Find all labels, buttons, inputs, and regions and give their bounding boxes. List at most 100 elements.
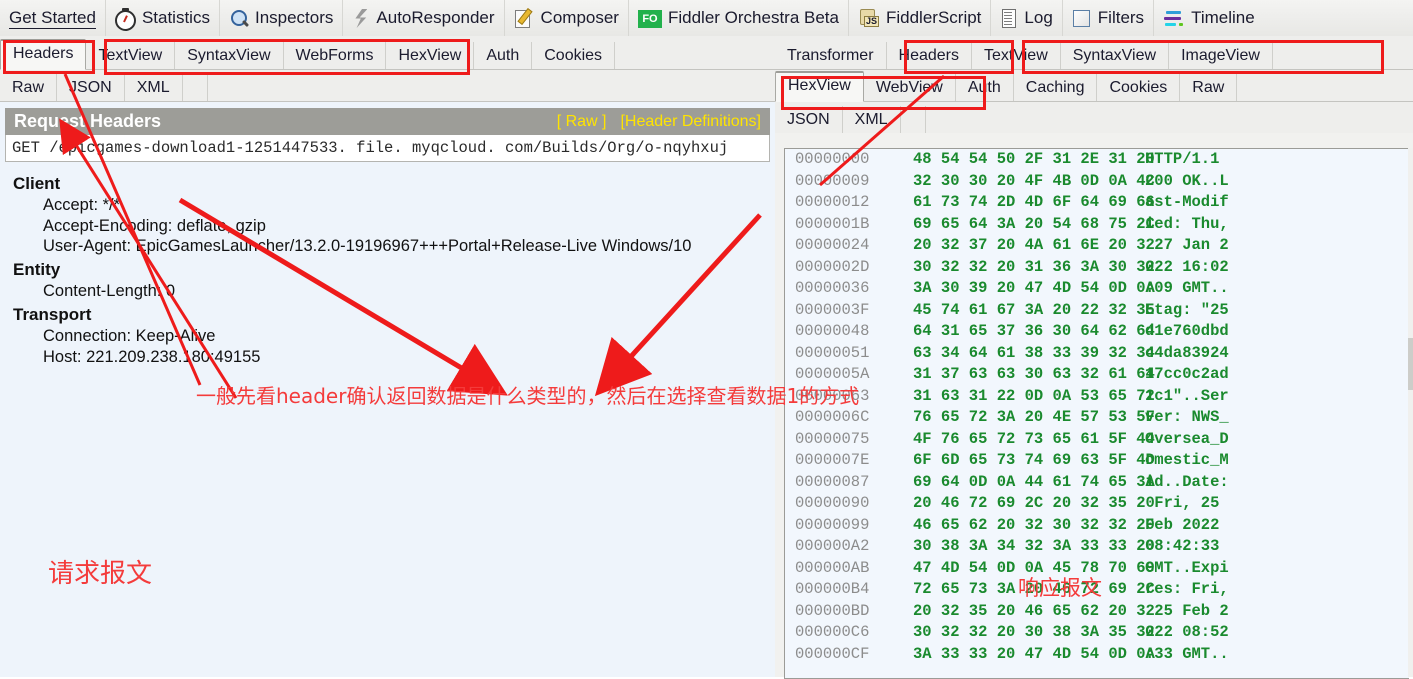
hex-ascii: 25 Feb 2 — [1145, 601, 1229, 620]
composer-icon — [514, 9, 535, 29]
request-headers-list: Client Accept: */* Accept-Encoding: defl… — [5, 162, 770, 367]
toolbar-tab-label: AutoResponder — [376, 8, 495, 27]
hex-offset: 0000003F — [795, 300, 870, 319]
hex-bytes: 61 73 74 2D 4D 6F 64 69 66 — [913, 193, 1155, 211]
toolbar-tab-statistics[interactable]: Statistics — [106, 0, 220, 36]
response-tab-cookies[interactable]: Cookies — [1097, 74, 1181, 101]
toolbar-tab-get-started[interactable]: Get Started — [0, 0, 106, 36]
toolbar-tab-log[interactable]: Log — [991, 0, 1063, 36]
hex-row[interactable]: 00000036 3A 30 39 20 47 4D 54 0D 0A:09 GM… — [785, 278, 1409, 300]
hex-row[interactable]: 00000000 48 54 54 50 2F 31 2E 31 20 HTTP/1… — [785, 149, 1409, 171]
hex-row[interactable]: 0000003F 45 74 61 67 3A 20 22 32 35 Etag: … — [785, 300, 1409, 322]
hex-row[interactable]: 00000024 20 32 37 20 4A 61 6E 20 32 27 Ja… — [785, 235, 1409, 257]
hex-row[interactable]: 000000C6 30 32 32 20 30 38 3A 35 32 022 08… — [785, 622, 1409, 644]
tab-label: SyntaxView — [187, 47, 271, 64]
hex-offset: 00000048 — [795, 322, 870, 340]
request-tab-hexview[interactable]: HexView — [386, 42, 475, 69]
hex-row[interactable]: 0000001B 69 65 64 3A 20 54 68 75 2C ied: T… — [785, 214, 1409, 236]
hex-row[interactable]: 00000090 20 46 72 69 2C 20 32 35 20 Fri, … — [785, 493, 1409, 515]
toolbar-tab-fiddlerscript[interactable]: FiddlerScript — [849, 0, 992, 36]
response-tab-xml[interactable]: XML — [843, 106, 901, 133]
response-tab-syntaxview[interactable]: SyntaxView — [1061, 42, 1170, 69]
hex-row[interactable]: 00000051 63 34 64 61 38 33 39 32 34 c4da83… — [785, 343, 1409, 365]
toolbar-tab-timeline[interactable]: Timeline — [1154, 0, 1264, 36]
header-item[interactable]: Accept-Encoding: deflate, gzip — [43, 217, 770, 236]
request-line-field[interactable]: GET /epicgames-download1-1251447533. fil… — [5, 135, 770, 162]
hex-row[interactable]: 000000A2 30 38 3A 34 32 3A 33 33 20 08:42:… — [785, 536, 1409, 558]
response-tab-webview[interactable]: WebView — [864, 74, 956, 101]
response-tab-hexview[interactable]: HexView — [775, 71, 864, 102]
toolbar-tab-composer[interactable]: Composer — [505, 0, 629, 36]
hex-row[interactable]: 00000075 4F 76 65 72 73 65 61 5F 44 Overse… — [785, 429, 1409, 451]
tab-label: ImageView — [1181, 47, 1260, 64]
request-line-text: GET /epicgames-download1-1251447533. fil… — [12, 139, 729, 157]
toolbar-tab-inspectors[interactable]: Inspectors — [220, 0, 344, 36]
request-tab-auth[interactable]: Auth — [474, 42, 533, 69]
hex-offset: 00000090 — [795, 494, 870, 512]
hex-row[interactable]: 00000048 64 31 65 37 36 30 64 62 64 d1e760… — [785, 321, 1409, 343]
hex-offset: 00000099 — [795, 515, 870, 534]
request-tab-xml[interactable]: XML — [125, 74, 183, 101]
request-tab-cookies[interactable]: Cookies — [532, 42, 616, 69]
response-tabstrip-filler2 — [1237, 74, 1413, 101]
toolbar-tab-fiddler-orchestra[interactable]: FO Fiddler Orchestra Beta — [629, 0, 849, 36]
toolbar-tab-label: Filters — [1097, 8, 1145, 27]
response-tab-caching[interactable]: Caching — [1014, 74, 1098, 101]
hex-offset: 00000012 — [795, 193, 870, 211]
toolbar-tab-autoresponder[interactable]: AutoResponder — [343, 0, 505, 36]
hex-ascii: ver: NWS_ — [1145, 408, 1229, 426]
tab-label: HexView — [398, 47, 462, 64]
hex-row[interactable]: 000000BD 20 32 35 20 46 65 62 20 32 25 Fe… — [785, 601, 1409, 623]
toolbar-tab-label: Get Started — [9, 7, 96, 29]
toolbar-tab-filters[interactable]: Filters — [1063, 0, 1155, 36]
hex-offset: 000000A2 — [795, 537, 870, 555]
hex-row[interactable]: 0000006C 76 65 72 3A 20 4E 57 53 5F ver: N… — [785, 407, 1409, 429]
request-tab-syntaxview[interactable]: SyntaxView — [175, 42, 284, 69]
tab-label: JSON — [69, 79, 112, 96]
filters-icon — [1072, 9, 1092, 29]
hex-row[interactable]: 00000099 46 65 62 20 32 30 32 32 20 Feb 20… — [785, 515, 1409, 537]
hex-ascii: 022 08:52 — [1145, 623, 1229, 641]
hex-offset: 0000006C — [795, 408, 870, 426]
response-tab-json[interactable]: JSON — [775, 106, 843, 133]
header-definitions-link[interactable]: [Header Definitions] — [620, 113, 761, 131]
hex-bytes: 30 38 3A 34 32 3A 33 33 20 — [913, 537, 1155, 555]
hex-row[interactable]: 00000063 31 63 31 22 0D 0A 53 65 72 1c1"..… — [785, 386, 1409, 408]
response-tab-headers[interactable]: Headers — [887, 42, 973, 69]
request-tab-textview[interactable]: TextView — [86, 42, 176, 69]
hex-bytes: 31 63 31 22 0D 0A 53 65 72 — [913, 386, 1155, 405]
header-item[interactable]: Accept: */* — [43, 196, 770, 215]
hex-ascii: :09 GMT.. — [1145, 279, 1229, 297]
stopwatch-icon — [114, 7, 136, 31]
hex-row[interactable]: 00000009 32 30 30 20 4F 4B 0D 0A 4C 200 OK… — [785, 171, 1409, 193]
response-tab-textview[interactable]: TextView — [972, 42, 1061, 69]
response-tabstrip-row1: Transformer Headers TextView SyntaxView … — [775, 36, 1413, 70]
hex-offset: 000000CF — [795, 644, 870, 663]
header-item[interactable]: User-Agent: EpicGamesLauncher/13.2.0-191… — [43, 237, 770, 256]
response-tab-auth[interactable]: Auth — [956, 74, 1014, 101]
response-tab-imageview[interactable]: ImageView — [1169, 42, 1273, 69]
hex-scrollbar[interactable] — [1408, 148, 1413, 677]
header-group-client: Client — [13, 174, 61, 193]
hex-bytes: 76 65 72 3A 20 4E 57 53 5F — [913, 408, 1155, 426]
header-item[interactable]: Content-Length: 0 — [43, 282, 770, 301]
response-tab-raw[interactable]: Raw — [1180, 74, 1238, 101]
response-tab-transformer[interactable]: Transformer — [775, 42, 887, 69]
hex-scrollbar-thumb[interactable] — [1408, 338, 1413, 390]
header-item[interactable]: Connection: Keep-Alive — [43, 327, 770, 346]
hex-row[interactable]: 00000087 69 64 0D 0A 44 61 74 65 3A id..Da… — [785, 472, 1409, 494]
hex-row[interactable]: 000000CF 3A 33 33 20 47 4D 54 0D 0A:33 GM… — [785, 644, 1409, 666]
hex-row[interactable]: 00000012 61 73 74 2D 4D 6F 64 69 66 ast-Mo… — [785, 192, 1409, 214]
header-item[interactable]: Host: 221.209.238.180:49155 — [43, 348, 770, 367]
tab-label: Transformer — [787, 47, 874, 64]
request-tab-headers[interactable]: Headers — [0, 39, 87, 70]
hex-row[interactable]: 0000007E 6F 6D 65 73 74 69 63 5F 4D omesti… — [785, 450, 1409, 472]
raw-link[interactable]: [ Raw ] — [557, 113, 607, 131]
hex-row[interactable]: 0000002D 30 32 32 20 31 36 3A 30 32 022 16… — [785, 257, 1409, 279]
request-tab-webforms[interactable]: WebForms — [284, 42, 387, 69]
hex-bytes: 46 65 62 20 32 30 32 32 20 — [913, 515, 1155, 534]
hex-bytes: 63 34 64 61 38 33 39 32 34 — [913, 343, 1155, 362]
request-tab-raw[interactable]: Raw — [0, 74, 58, 101]
request-tab-json[interactable]: JSON — [57, 74, 125, 101]
hex-row[interactable]: 0000005A 31 37 63 63 30 63 32 61 64 17cc0c… — [785, 364, 1409, 386]
